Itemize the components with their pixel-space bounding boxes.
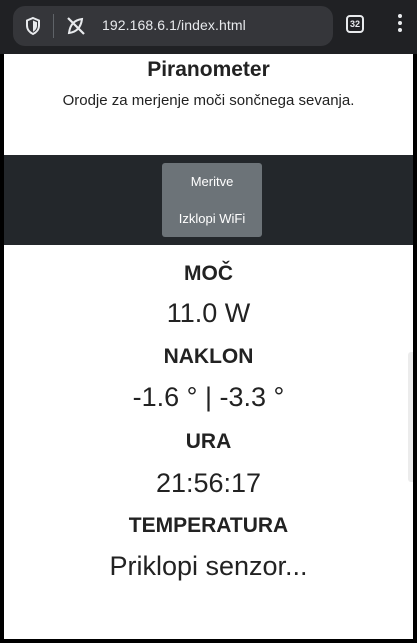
- tracker-blocked-icon[interactable]: [65, 15, 87, 37]
- browser-toolbar: 192.168.6.1/index.html 32: [0, 0, 417, 54]
- time-label: URA: [185, 430, 232, 453]
- time-value: 21:56:17: [155, 468, 262, 498]
- nav-bar: Meritve Izklopi WiFi: [4, 155, 413, 245]
- url-text[interactable]: 192.168.6.1/index.html: [102, 17, 246, 33]
- temperature-value: Priklopi senzor...: [109, 551, 308, 581]
- scrollbar[interactable]: [408, 352, 413, 482]
- power-label: MOČ: [184, 262, 233, 285]
- readings-panel: MOČ 11.0 W NAKLON -1.6 ° | -3.3 ° URA 21…: [4, 245, 413, 582]
- tilt-label: NAKLON: [163, 345, 254, 368]
- power-value: 11.0 W: [166, 298, 251, 328]
- address-bar[interactable]: 192.168.6.1/index.html: [13, 6, 333, 46]
- page-header: Piranometer Orodje za merjenje moči sonč…: [4, 54, 413, 110]
- more-vert-icon[interactable]: [392, 14, 408, 38]
- tilt-value: -1.6 ° | -3.3 °: [132, 382, 285, 412]
- page-title: Piranometer: [147, 58, 270, 81]
- web-page: Piranometer Orodje za merjenje moči sonč…: [4, 54, 413, 639]
- shield-icon[interactable]: [23, 16, 43, 36]
- page-subtitle: Orodje za merjenje moči sončnega sevanja…: [62, 92, 355, 109]
- address-bar-divider: [53, 14, 54, 38]
- screen: 192.168.6.1/index.html 32 Piranometer Or…: [0, 0, 417, 643]
- measurements-button[interactable]: Meritve: [162, 163, 262, 201]
- temperature-label: TEMPERATURA: [128, 514, 289, 537]
- tab-count-button[interactable]: 32: [346, 15, 364, 33]
- wifi-off-button[interactable]: Izklopi WiFi: [162, 201, 262, 237]
